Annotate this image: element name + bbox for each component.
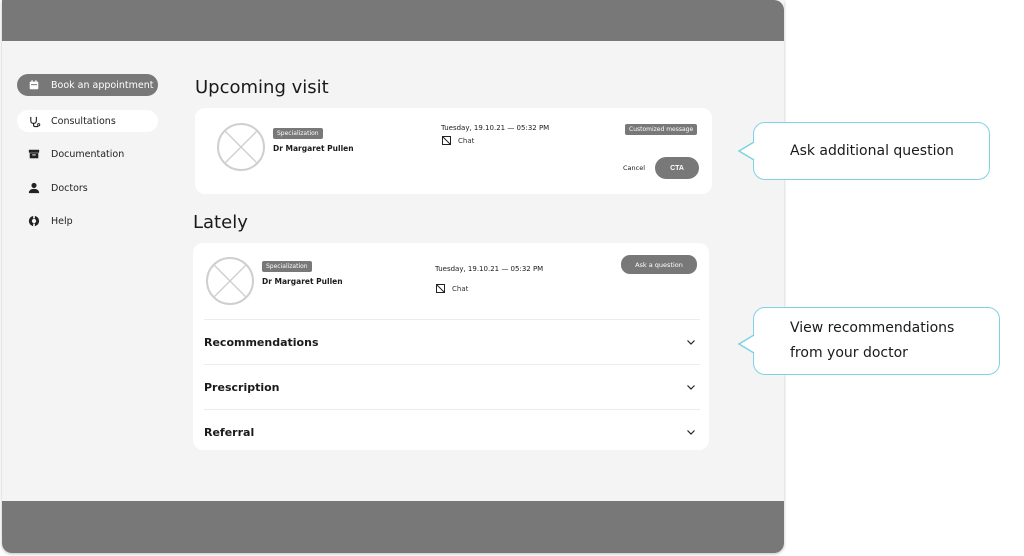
sidebar-item-label: Help xyxy=(51,215,73,227)
callout-pointer xyxy=(737,334,755,354)
sidebar-item-label: Book an appointment xyxy=(51,79,154,91)
app-window: Book an appointment Consultations Docume… xyxy=(2,0,784,553)
sidebar-item-doctors[interactable]: Doctors xyxy=(17,177,158,199)
visit-mode: Chat xyxy=(436,284,468,293)
accordion-label: Referral xyxy=(204,425,255,439)
stethoscope-icon xyxy=(27,114,41,128)
specialization-tag: Specialization xyxy=(262,261,312,273)
lately-card: Specialization Dr Margaret Pullen Tuesda… xyxy=(193,243,709,450)
visit-mode: Chat xyxy=(442,136,474,145)
specialization-tag: Specialization xyxy=(273,128,323,140)
doctor-avatar-placeholder xyxy=(206,257,254,305)
callout-recommendations: View recommendations from your doctor xyxy=(753,307,1000,375)
customized-message-tag: Customized message xyxy=(625,124,698,136)
sidebar-item-label: Consultations xyxy=(51,115,116,127)
upcoming-visit-card: Specialization Dr Margaret Pullen Tuesda… xyxy=(195,108,712,194)
bottom-bar xyxy=(2,501,784,553)
callout-text: Ask additional question xyxy=(790,142,954,159)
sidebar-item-label: Documentation xyxy=(51,148,125,160)
cancel-link[interactable]: Cancel xyxy=(623,164,645,172)
chevron-down-icon xyxy=(687,340,695,345)
sidebar-item-consultations[interactable]: Consultations xyxy=(17,110,158,132)
cta-button[interactable]: CTA xyxy=(655,157,699,179)
callout-pointer xyxy=(737,141,755,161)
callout-text-line2: from your doctor xyxy=(790,345,908,361)
visit-mode-label: Chat xyxy=(458,136,475,145)
sidebar-item-label: Doctors xyxy=(51,182,88,194)
person-icon xyxy=(27,181,41,195)
accordion-label: Recommendations xyxy=(204,335,319,349)
accordion-prescription[interactable]: Prescription xyxy=(204,364,700,409)
sidebar-item-documentation[interactable]: Documentation xyxy=(17,143,158,165)
lately-title: Lately xyxy=(193,212,248,233)
callout-ask-question: Ask additional question xyxy=(753,122,990,180)
sidebar-item-book-appointment[interactable]: Book an appointment xyxy=(17,74,158,96)
top-bar xyxy=(2,0,784,41)
archive-box-icon xyxy=(27,147,41,161)
accordion-recommendations[interactable]: Recommendations xyxy=(204,319,700,364)
calendar-icon xyxy=(27,78,41,92)
doctor-name: Dr Margaret Pullen xyxy=(262,277,343,286)
chat-icon xyxy=(436,284,445,293)
accordion-label: Prescription xyxy=(204,380,280,394)
chevron-down-icon xyxy=(687,430,695,435)
doctor-name: Dr Margaret Pullen xyxy=(273,144,354,153)
chevron-down-icon xyxy=(687,385,695,390)
visit-datetime: Tuesday, 19.10.21 — 05:32 PM xyxy=(441,124,550,132)
doctor-avatar-placeholder xyxy=(217,123,265,171)
accordion-referral[interactable]: Referral xyxy=(204,409,700,454)
ask-question-button[interactable]: Ask a question xyxy=(621,255,697,274)
upcoming-visit-title: Upcoming visit xyxy=(195,77,329,98)
help-lifebuoy-icon xyxy=(27,214,41,228)
visit-datetime: Tuesday, 19.10.21 — 05:32 PM xyxy=(435,265,544,273)
visit-mode-label: Chat xyxy=(452,284,469,293)
sidebar-item-help[interactable]: Help xyxy=(17,210,158,232)
chat-icon xyxy=(442,136,451,145)
callout-text-line1: View recommendations xyxy=(790,320,955,336)
